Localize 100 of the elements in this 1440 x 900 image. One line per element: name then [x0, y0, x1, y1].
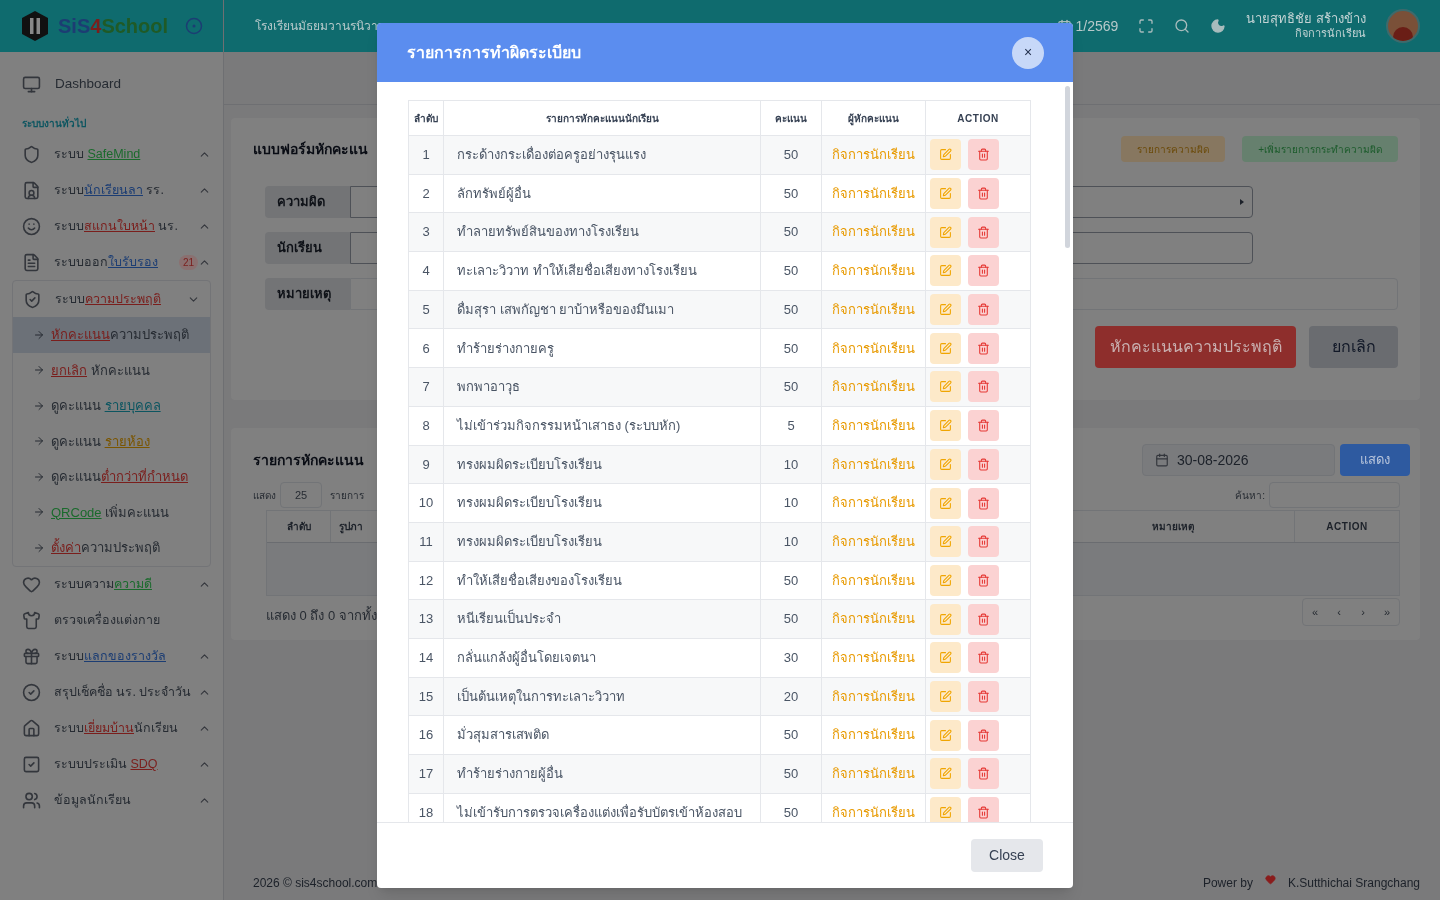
- edit-button[interactable]: [930, 564, 961, 596]
- sidebar-item[interactable]: ระบบสแกนใบหน้า นร.: [54, 216, 198, 236]
- submenu-item[interactable]: ยกเลิก หักคะแนน: [13, 352, 210, 388]
- sidebar-item[interactable]: ระบบออกใบรับรอง: [54, 252, 179, 272]
- edit-button[interactable]: [930, 758, 961, 790]
- submenu-item[interactable]: ดูคะแนน รายห้อง: [13, 423, 210, 459]
- table-cell: เป็นต้นเหตุในการทะเลาะวิวาท: [443, 677, 761, 716]
- table-cell: ทรงผมผิดระเบียบโรงเรียน: [443, 445, 761, 484]
- edit-button[interactable]: [930, 216, 961, 248]
- submenu-item[interactable]: หักคะแนนความประพฤติ: [13, 317, 210, 353]
- edit-button[interactable]: [930, 719, 961, 751]
- column-header[interactable]: ลำดับ: [267, 511, 331, 542]
- delete-button[interactable]: [968, 332, 999, 364]
- table-cell: 4: [408, 251, 444, 291]
- avatar[interactable]: [1386, 9, 1420, 43]
- delete-button[interactable]: [968, 758, 999, 790]
- deduct-button[interactable]: หักคะแนนความประพฤติ: [1095, 326, 1296, 368]
- edit-button[interactable]: [930, 642, 961, 674]
- moon-icon[interactable]: [1210, 18, 1227, 34]
- delete-button[interactable]: [968, 797, 999, 822]
- pencil-icon: [939, 535, 952, 549]
- pagination-button[interactable]: ‹: [1327, 599, 1351, 625]
- submenu-item[interactable]: ดูคะแนนต่ำกว่าที่กำหนด: [13, 459, 210, 495]
- delete-button[interactable]: [968, 526, 999, 558]
- pencil-icon: [939, 225, 952, 239]
- sidebar-item[interactable]: ระบบ SafeMind: [54, 144, 198, 164]
- edit-button[interactable]: [930, 487, 961, 519]
- submenu-item[interactable]: QRCode เพิ่มคะแนน: [13, 494, 210, 530]
- column-header[interactable]: ACTION: [1295, 511, 1399, 542]
- target-icon[interactable]: [185, 17, 203, 35]
- sidebar-item[interactable]: ระบบแลกของรางวัล: [54, 647, 198, 666]
- edit-button[interactable]: [930, 332, 961, 364]
- delete-button[interactable]: [968, 719, 999, 751]
- pagination-button[interactable]: ›: [1351, 599, 1375, 625]
- delete-button[interactable]: [968, 487, 999, 519]
- delete-button[interactable]: [968, 371, 999, 403]
- edit-button[interactable]: [930, 410, 961, 442]
- edit-button[interactable]: [930, 797, 961, 822]
- table-cell: 50: [760, 135, 822, 175]
- edit-button[interactable]: [930, 448, 961, 480]
- submenu-item[interactable]: ตั้งค่าความประพฤติ: [13, 530, 210, 566]
- table-cell: ทรงผมผิดระเบียบโรงเรียน: [443, 522, 761, 562]
- page-size-select[interactable]: 25: [280, 482, 322, 508]
- date-field[interactable]: 30-08-2026: [1142, 444, 1335, 476]
- table-cell: 12: [408, 561, 444, 600]
- power-by-text: Power by: [1202, 875, 1253, 892]
- edit-button[interactable]: [930, 680, 961, 712]
- sidebar-item[interactable]: ระบบความความดี: [54, 575, 198, 594]
- table-cell: ทำร้ายร่างกายครู: [443, 328, 761, 368]
- sidebar-item[interactable]: ระบบประเมิน SDQ: [54, 755, 198, 774]
- delete-button[interactable]: [968, 139, 999, 171]
- edit-button[interactable]: [930, 139, 961, 171]
- logo-icon: [20, 10, 50, 42]
- close-button[interactable]: ×: [1012, 36, 1044, 69]
- sidebar-item[interactable]: สรุปเช็คชื่อ นร. ประจำวัน: [54, 683, 198, 702]
- delete-button[interactable]: [968, 178, 999, 210]
- delete-button[interactable]: [968, 294, 999, 326]
- table-cell: 14: [408, 638, 444, 678]
- table-cell: 30: [760, 638, 822, 678]
- delete-button[interactable]: [968, 448, 999, 480]
- table-cell: ทรงผมผิดระเบียบโรงเรียน: [443, 483, 761, 523]
- edit-button[interactable]: [930, 371, 961, 403]
- close-button[interactable]: Close: [971, 839, 1043, 872]
- show-button[interactable]: แสดง: [1340, 444, 1410, 476]
- author-link[interactable]: K.Sutthichai Srangchang: [1287, 874, 1420, 892]
- pagination-button[interactable]: «: [1303, 599, 1327, 625]
- sidebar-item[interactable]: ระบบนักเรียนลา รร.: [54, 180, 198, 200]
- trash-icon: [977, 806, 990, 820]
- delete-button[interactable]: [968, 216, 999, 248]
- pagination-button[interactable]: »: [1375, 599, 1399, 625]
- submenu-item[interactable]: ดูคะแนน รายบุคคล: [13, 388, 210, 424]
- table-cell: 18: [408, 793, 444, 822]
- school-name: โรงเรียนมัธยมวานรนิวา: [255, 18, 378, 35]
- delete-button[interactable]: [968, 642, 999, 674]
- cancel-button[interactable]: ยกเลิก: [1309, 326, 1398, 368]
- users-icon: [22, 791, 41, 810]
- edit-button[interactable]: [930, 603, 961, 635]
- edit-button[interactable]: [930, 526, 961, 558]
- sidebar-item[interactable]: ระบบความประพฤติ: [55, 289, 187, 309]
- delete-button[interactable]: [968, 255, 999, 287]
- edit-button[interactable]: [930, 294, 961, 326]
- table-cell: 2: [408, 174, 444, 213]
- sidebar-item[interactable]: Dashboard: [55, 73, 122, 95]
- delete-button[interactable]: [968, 564, 999, 596]
- gift-icon: [22, 647, 41, 666]
- delete-button[interactable]: [968, 410, 999, 442]
- sidebar-item[interactable]: ข้อมูลนักเรียน: [54, 791, 198, 810]
- delete-button[interactable]: [968, 680, 999, 712]
- search-icon[interactable]: [1174, 18, 1191, 34]
- edit-button[interactable]: [930, 178, 961, 210]
- delete-button[interactable]: [968, 603, 999, 635]
- sidebar-item[interactable]: ระบบเยี่ยมบ้านนักเรียน: [54, 719, 198, 738]
- term-label[interactable]: 1/2569: [1075, 15, 1119, 37]
- edit-button[interactable]: [930, 255, 961, 287]
- add-violation-button[interactable]: +เพิ่มรายการกระทำความผิด: [1242, 136, 1398, 162]
- scrollbar[interactable]: [1065, 86, 1070, 248]
- fullscreen-icon[interactable]: [1138, 18, 1155, 34]
- sidebar-item[interactable]: ตรวจเครื่องแต่งกาย: [54, 611, 211, 630]
- violation-list-button[interactable]: รายการความผิด: [1121, 136, 1226, 162]
- column-header: รายการหักคะแนนนักเรียน: [443, 100, 761, 136]
